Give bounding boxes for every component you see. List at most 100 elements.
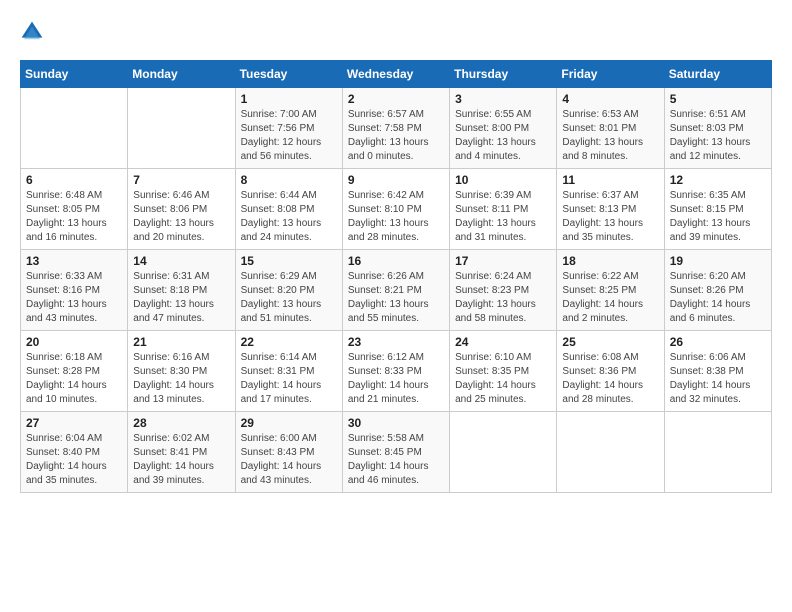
calendar-cell: 28 Sunrise: 6:02 AM Sunset: 8:41 PM Dayli… [128, 412, 235, 493]
calendar-cell: 24 Sunrise: 6:10 AM Sunset: 8:35 PM Dayli… [450, 331, 557, 412]
day-number: 9 [348, 173, 444, 187]
day-number: 13 [26, 254, 122, 268]
day-header-saturday: Saturday [664, 61, 771, 88]
day-info: Sunrise: 6:18 AM Sunset: 8:28 PM Dayligh… [26, 351, 122, 407]
calendar-cell [664, 412, 771, 493]
calendar-cell: 4 Sunrise: 6:53 AM Sunset: 8:01 PM Daylig… [557, 88, 664, 169]
day-header-sunday: Sunday [21, 61, 128, 88]
calendar-cell: 6 Sunrise: 6:48 AM Sunset: 8:05 PM Daylig… [21, 169, 128, 250]
day-header-friday: Friday [557, 61, 664, 88]
calendar-cell: 3 Sunrise: 6:55 AM Sunset: 8:00 PM Daylig… [450, 88, 557, 169]
day-info: Sunrise: 6:04 AM Sunset: 8:40 PM Dayligh… [26, 432, 122, 488]
day-number: 21 [133, 335, 229, 349]
day-info: Sunrise: 6:16 AM Sunset: 8:30 PM Dayligh… [133, 351, 229, 407]
calendar-cell: 23 Sunrise: 6:12 AM Sunset: 8:33 PM Dayli… [342, 331, 449, 412]
day-info: Sunrise: 6:37 AM Sunset: 8:13 PM Dayligh… [562, 189, 658, 245]
calendar-cell: 5 Sunrise: 6:51 AM Sunset: 8:03 PM Daylig… [664, 88, 771, 169]
day-info: Sunrise: 6:44 AM Sunset: 8:08 PM Dayligh… [241, 189, 337, 245]
week-row-2: 13 Sunrise: 6:33 AM Sunset: 8:16 PM Dayli… [21, 250, 772, 331]
day-number: 27 [26, 416, 122, 430]
day-info: Sunrise: 6:55 AM Sunset: 8:00 PM Dayligh… [455, 108, 551, 164]
calendar-cell: 20 Sunrise: 6:18 AM Sunset: 8:28 PM Dayli… [21, 331, 128, 412]
day-number: 2 [348, 92, 444, 106]
day-info: Sunrise: 6:12 AM Sunset: 8:33 PM Dayligh… [348, 351, 444, 407]
logo [20, 20, 48, 44]
day-header-wednesday: Wednesday [342, 61, 449, 88]
page-header [20, 20, 772, 44]
calendar-cell: 9 Sunrise: 6:42 AM Sunset: 8:10 PM Daylig… [342, 169, 449, 250]
calendar-cell: 17Sunrise: 6:24 AM Sunset: 8:23 PM Dayli… [450, 250, 557, 331]
calendar-cell: 26 Sunrise: 6:06 AM Sunset: 8:38 PM Dayli… [664, 331, 771, 412]
calendar-cell: 15Sunrise: 6:29 AM Sunset: 8:20 PM Dayli… [235, 250, 342, 331]
calendar-cell: 25 Sunrise: 6:08 AM Sunset: 8:36 PM Dayli… [557, 331, 664, 412]
calendar-cell: 12Sunrise: 6:35 AM Sunset: 8:15 PM Dayli… [664, 169, 771, 250]
day-number: 7 [133, 173, 229, 187]
calendar-cell: 27 Sunrise: 6:04 AM Sunset: 8:40 PM Dayli… [21, 412, 128, 493]
day-info: Sunrise: 6:46 AM Sunset: 8:06 PM Dayligh… [133, 189, 229, 245]
day-info: Sunrise: 6:33 AM Sunset: 8:16 PM Dayligh… [26, 270, 122, 326]
calendar-cell: 13 Sunrise: 6:33 AM Sunset: 8:16 PM Dayli… [21, 250, 128, 331]
day-number: 3 [455, 92, 551, 106]
day-number: 4 [562, 92, 658, 106]
day-number: 1 [241, 92, 337, 106]
day-info: Sunrise: 6:06 AM Sunset: 8:38 PM Dayligh… [670, 351, 766, 407]
calendar-table: SundayMondayTuesdayWednesdayThursdayFrid… [20, 60, 772, 493]
day-number: 30 [348, 416, 444, 430]
day-info: Sunrise: 7:00 AM Sunset: 7:56 PM Dayligh… [241, 108, 337, 164]
calendar-cell: 19 Sunrise: 6:20 AM Sunset: 8:26 PM Dayli… [664, 250, 771, 331]
calendar-cell [21, 88, 128, 169]
day-info: Sunrise: 6:22 AM Sunset: 8:25 PM Dayligh… [562, 270, 658, 326]
calendar-cell: 18 Sunrise: 6:22 AM Sunset: 8:25 PM Dayli… [557, 250, 664, 331]
day-number: 23 [348, 335, 444, 349]
calendar-cell: 21 Sunrise: 6:16 AM Sunset: 8:30 PM Dayli… [128, 331, 235, 412]
calendar-cell: 16Sunrise: 6:26 AM Sunset: 8:21 PM Dayli… [342, 250, 449, 331]
calendar-cell: 22 Sunrise: 6:14 AM Sunset: 8:31 PM Dayli… [235, 331, 342, 412]
week-row-3: 20 Sunrise: 6:18 AM Sunset: 8:28 PM Dayli… [21, 331, 772, 412]
calendar-cell [128, 88, 235, 169]
calendar-cell [557, 412, 664, 493]
week-row-1: 6 Sunrise: 6:48 AM Sunset: 8:05 PM Daylig… [21, 169, 772, 250]
day-number: 14 [133, 254, 229, 268]
day-header-monday: Monday [128, 61, 235, 88]
day-number: 20 [26, 335, 122, 349]
day-info: Sunrise: 6:20 AM Sunset: 8:26 PM Dayligh… [670, 270, 766, 326]
day-info: Sunrise: 6:48 AM Sunset: 8:05 PM Dayligh… [26, 189, 122, 245]
day-header-tuesday: Tuesday [235, 61, 342, 88]
day-info: Sunrise: 6:00 AM Sunset: 8:43 PM Dayligh… [241, 432, 337, 488]
day-number: 5 [670, 92, 766, 106]
day-number: 19 [670, 254, 766, 268]
day-number: 10 [455, 173, 551, 187]
day-number: 18 [562, 254, 658, 268]
day-number: 24 [455, 335, 551, 349]
day-header-thursday: Thursday [450, 61, 557, 88]
day-info: Sunrise: 6:42 AM Sunset: 8:10 PM Dayligh… [348, 189, 444, 245]
day-info: Sunrise: 6:53 AM Sunset: 8:01 PM Dayligh… [562, 108, 658, 164]
day-info: Sunrise: 6:02 AM Sunset: 8:41 PM Dayligh… [133, 432, 229, 488]
day-number: 28 [133, 416, 229, 430]
day-info: Sunrise: 6:10 AM Sunset: 8:35 PM Dayligh… [455, 351, 551, 407]
day-number: 26 [670, 335, 766, 349]
day-number: 6 [26, 173, 122, 187]
day-info: Sunrise: 6:57 AM Sunset: 7:58 PM Dayligh… [348, 108, 444, 164]
day-number: 25 [562, 335, 658, 349]
day-number: 11 [562, 173, 658, 187]
day-info: Sunrise: 6:24 AM Sunset: 8:23 PM Dayligh… [455, 270, 551, 326]
calendar-cell: 14 Sunrise: 6:31 AM Sunset: 8:18 PM Dayli… [128, 250, 235, 331]
calendar-cell: 2 Sunrise: 6:57 AM Sunset: 7:58 PM Daylig… [342, 88, 449, 169]
day-info: Sunrise: 6:08 AM Sunset: 8:36 PM Dayligh… [562, 351, 658, 407]
logo-icon [20, 20, 44, 44]
day-number: 8 [241, 173, 337, 187]
day-info: Sunrise: 6:14 AM Sunset: 8:31 PM Dayligh… [241, 351, 337, 407]
calendar-cell: 11 Sunrise: 6:37 AM Sunset: 8:13 PM Dayli… [557, 169, 664, 250]
day-info: Sunrise: 6:35 AM Sunset: 8:15 PM Dayligh… [670, 189, 766, 245]
calendar-cell: 1 Sunrise: 7:00 AM Sunset: 7:56 PM Daylig… [235, 88, 342, 169]
calendar-cell [450, 412, 557, 493]
calendar-cell: 7 Sunrise: 6:46 AM Sunset: 8:06 PM Daylig… [128, 169, 235, 250]
week-row-4: 27 Sunrise: 6:04 AM Sunset: 8:40 PM Dayli… [21, 412, 772, 493]
day-info: Sunrise: 6:31 AM Sunset: 8:18 PM Dayligh… [133, 270, 229, 326]
day-number: 22 [241, 335, 337, 349]
day-number: 15 [241, 254, 337, 268]
calendar-cell: 10Sunrise: 6:39 AM Sunset: 8:11 PM Dayli… [450, 169, 557, 250]
day-info: Sunrise: 6:51 AM Sunset: 8:03 PM Dayligh… [670, 108, 766, 164]
day-number: 16 [348, 254, 444, 268]
